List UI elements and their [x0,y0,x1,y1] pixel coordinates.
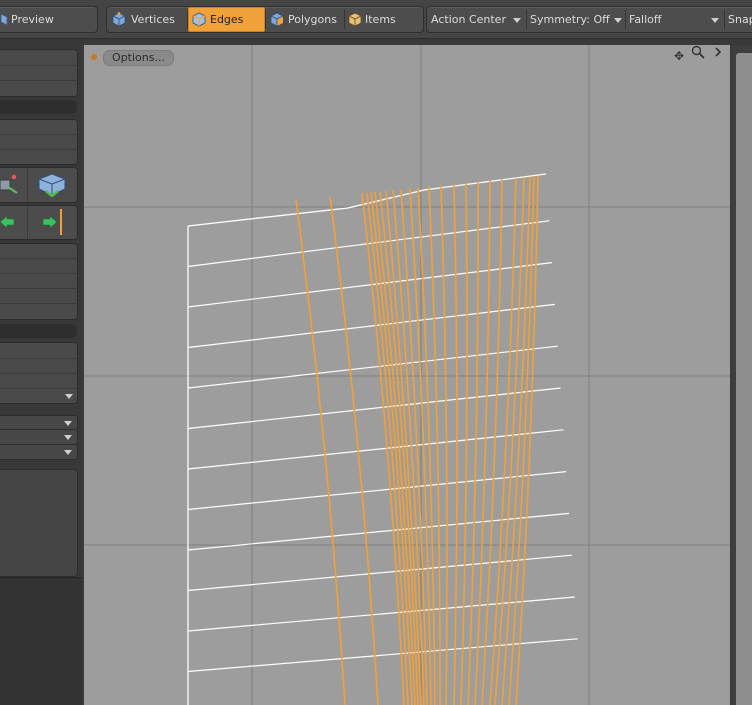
mode-vertices-button[interactable]: Vertices [109,8,185,31]
active-marker [60,209,62,235]
separator [625,10,626,29]
divider [0,134,77,135]
mesh-edge [187,387,561,430]
selected-edge [440,185,448,705]
chevron-down-icon [513,18,521,23]
mode-polygons-button[interactable]: Polygons [267,8,343,31]
mode-edges-label: Edges [210,13,244,26]
divider [27,168,28,202]
tool-section [0,342,78,404]
action-center-dropdown[interactable]: Action Center [431,8,525,31]
empty-panel [0,469,78,577]
mode-items-button[interactable]: Items [345,8,417,31]
symmetry-label: Symmetry: Off [530,13,610,26]
preview-icon [1,13,8,26]
left-tool-panel [0,39,82,705]
snap-button[interactable]: Snap [728,8,752,31]
expand-arrow-icon[interactable] [711,45,725,59]
chevron-down-icon [64,435,72,440]
divider [0,373,77,374]
chevron-down-icon[interactable] [65,394,73,399]
cube-tool-icon[interactable] [37,173,67,197]
section-header[interactable] [0,324,77,338]
mode-items-label: Items [365,13,396,26]
preview-button[interactable]: Preview [1,8,91,31]
preview-group: Preview [0,6,98,33]
mesh-edge [187,345,558,389]
selected-edge [467,181,479,705]
divider [0,80,77,81]
divider [0,288,77,289]
adjacent-viewport [736,53,752,705]
panel-divider [0,577,82,579]
tool-section [0,243,78,320]
section-header[interactable] [0,100,77,114]
separator [724,10,725,29]
divider [0,358,77,359]
edges-cube-icon [192,12,206,27]
arrow-left-icon[interactable] [0,216,14,228]
selected-edge [295,199,346,705]
vertices-cube-icon [112,12,126,27]
right-panel-edge [732,45,752,705]
symmetry-dropdown[interactable]: Symmetry: Off [530,8,624,31]
selected-edge [453,184,458,705]
falloff-label: Falloff [629,13,662,26]
divider [27,206,28,239]
tool-options-group: Action Center Symmetry: Off Falloff Snap [426,6,752,33]
falloff-dropdown[interactable]: Falloff [629,8,725,31]
separator [526,10,527,29]
divider [0,258,77,259]
options-button[interactable]: Options... [103,50,174,66]
arrow-right-icon[interactable] [41,216,57,228]
lower-panel [0,580,82,705]
chevron-down-icon [614,18,622,23]
chevron-down-icon [711,18,719,23]
action-center-label: Action Center [431,13,506,26]
arrow-button-row [0,205,78,240]
items-cube-icon [348,12,362,27]
selection-mode-group: Vertices Edges Polygons Items [106,6,424,33]
mode-edges-button[interactable]: Edges [188,7,265,32]
divider [0,303,77,304]
chevron-down-icon [64,450,72,455]
dropdown-field[interactable] [0,444,78,460]
divider [0,273,77,274]
top-toolbar: Preview Vertices Edges Polygons Items Ac… [0,0,752,39]
chevron-down-icon [64,421,72,426]
preview-label: Preview [11,13,54,26]
dropdown-field[interactable] [0,429,78,445]
separator [265,10,266,29]
mesh-edge [187,596,575,632]
zoom-view-icon[interactable] [691,45,705,59]
divider [0,388,77,389]
mesh-edge [187,554,572,592]
viewport-status-dot [91,54,97,60]
tool-section [0,49,78,97]
tool-section [0,119,78,165]
viewport-canvas[interactable] [84,45,730,705]
tool-icon-row [0,167,78,203]
move-view-icon[interactable]: ✥ [672,49,686,63]
divider [0,149,77,150]
transform-tool-icon[interactable] [0,173,22,197]
divider [0,65,77,66]
selected-edge [460,182,468,705]
snap-label: Snap [728,13,752,26]
polygons-cube-icon [270,12,284,27]
mode-vertices-label: Vertices [131,13,175,26]
mode-polygons-label: Polygons [288,13,337,26]
3d-viewport[interactable]: Options... ✥ [84,45,730,705]
